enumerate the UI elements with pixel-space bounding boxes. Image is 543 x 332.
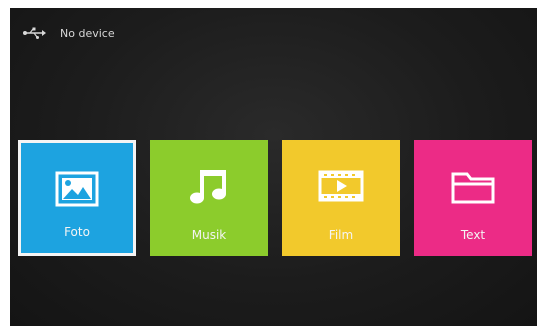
status-bar: No device [22, 26, 115, 40]
tile-label: Film [328, 228, 354, 242]
tile-film[interactable]: Film [282, 140, 400, 256]
tile-text[interactable]: Text [414, 140, 532, 256]
image-icon [55, 171, 99, 207]
tile-foto[interactable]: Foto [18, 140, 136, 256]
tile-label: Musik [191, 228, 227, 242]
media-tiles: Foto Musik Film Text [18, 140, 532, 256]
device-status-text: No device [60, 26, 115, 40]
film-icon [318, 170, 364, 202]
usb-icon [23, 27, 46, 39]
tile-label: Foto [64, 225, 90, 239]
tile-label: Text [460, 228, 486, 242]
folder-icon [451, 172, 495, 204]
screen: No device Foto Musik Film Text [10, 8, 537, 326]
music-note-icon [190, 170, 226, 204]
tile-musik[interactable]: Musik [150, 140, 268, 256]
